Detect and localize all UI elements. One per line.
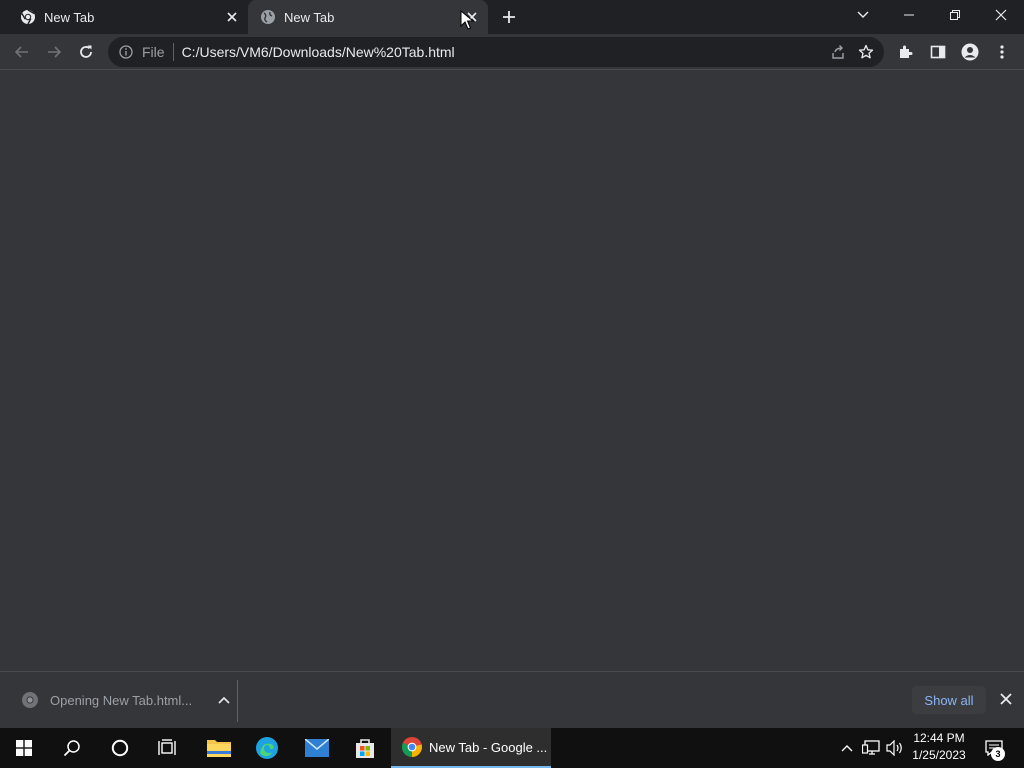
info-icon[interactable] (118, 44, 134, 60)
store-button[interactable] (342, 728, 388, 768)
reload-icon (80, 45, 92, 58)
start-button[interactable] (0, 728, 48, 768)
tab-new-tab-1[interactable]: New Tab (8, 0, 248, 34)
tab-close-icon[interactable] (222, 7, 242, 27)
puzzle-icon (900, 45, 913, 58)
scheme-label: File (142, 44, 165, 60)
mouse-cursor-icon (460, 10, 474, 30)
download-bar: Opening New Tab.html... Show all (0, 671, 1024, 728)
system-clock[interactable]: 12:44 PM 1/25/2023 (906, 730, 972, 766)
mail-button[interactable] (294, 728, 340, 768)
download-item[interactable]: Opening New Tab.html... (10, 682, 236, 718)
file-explorer-button[interactable] (196, 728, 242, 768)
edge-icon (256, 737, 278, 759)
globe-icon (260, 9, 276, 25)
arrow-left-icon (14, 46, 28, 58)
clock-date: 1/25/2023 (912, 748, 966, 762)
restore-icon (950, 10, 960, 20)
browser-window: New Tab New Tab File C:/Users/VM6/Downlo… (0, 0, 1024, 768)
back-button[interactable] (8, 38, 36, 66)
close-icon (995, 9, 1007, 21)
omnibox-divider (172, 43, 174, 61)
avatar-icon (961, 43, 979, 61)
cortana-button[interactable] (96, 728, 144, 768)
chevron-up-icon[interactable] (212, 688, 236, 712)
browser-toolbar: File C:/Users/VM6/Downloads/New%20Tab.ht… (0, 34, 1024, 70)
windows-taskbar: New Tab - Google ... 12:44 PM 1/25/2023 (0, 728, 1024, 768)
chevron-up-icon (841, 745, 853, 752)
restore-button[interactable] (932, 0, 978, 30)
side-panel-icon (930, 45, 946, 59)
clock-time: 12:44 PM (913, 731, 965, 745)
show-all-button[interactable]: Show all (912, 686, 986, 714)
tab-title: New Tab (284, 9, 335, 25)
menu-button[interactable] (988, 38, 1016, 66)
minimize-icon (904, 14, 914, 16)
windows-logo-icon (16, 740, 32, 756)
cortana-icon (111, 739, 129, 757)
plus-icon (503, 11, 515, 23)
reload-button[interactable] (72, 38, 100, 66)
tab-new-tab-2[interactable]: New Tab (248, 0, 488, 34)
task-view-icon (158, 739, 176, 755)
kebab-menu-icon (1000, 45, 1004, 59)
download-item-label: Opening New Tab.html... (50, 692, 193, 708)
close-window-button[interactable] (978, 0, 1024, 30)
network-button[interactable] (860, 728, 882, 768)
tab-search-button[interactable] (840, 0, 886, 30)
network-icon (862, 740, 880, 755)
folder-icon (207, 740, 231, 757)
search-button[interactable] (48, 728, 96, 768)
arrow-right-icon (48, 46, 62, 58)
volume-button[interactable] (884, 728, 906, 768)
tab-strip: New Tab New Tab (0, 0, 1024, 34)
taskbar-chrome-app[interactable]: New Tab - Google ... (391, 728, 551, 768)
search-icon (63, 740, 80, 757)
volume-icon (886, 740, 902, 756)
url-text[interactable]: C:/Users/VM6/Downloads/New%20Tab.html (182, 44, 824, 60)
minimize-button[interactable] (886, 0, 932, 30)
bookmark-star-icon[interactable] (852, 38, 880, 66)
share-icon[interactable] (824, 38, 852, 66)
side-panel-button[interactable] (924, 38, 952, 66)
mail-icon (305, 739, 329, 757)
chrome-logo-icon (401, 737, 422, 757)
new-tab-button[interactable] (497, 5, 521, 29)
download-divider (237, 680, 238, 722)
taskbar-app-label: New Tab - Google ... (429, 739, 548, 755)
profile-button[interactable] (956, 38, 984, 66)
tab-title: New Tab (44, 9, 95, 25)
address-bar[interactable]: File C:/Users/VM6/Downloads/New%20Tab.ht… (108, 37, 884, 67)
close-download-bar-button[interactable] (994, 687, 1018, 711)
edge-button[interactable] (244, 728, 290, 768)
chevron-down-icon (857, 11, 869, 18)
show-hidden-icons-button[interactable] (836, 728, 858, 768)
forward-button[interactable] (40, 38, 68, 66)
chrome-logo-icon (22, 692, 38, 708)
notification-count-badge: 3 (991, 747, 1005, 761)
page-content (0, 70, 1024, 671)
close-icon (1000, 693, 1012, 705)
chrome-logo-icon (20, 9, 36, 25)
task-view-button[interactable] (144, 728, 192, 768)
extensions-button[interactable] (892, 38, 920, 66)
store-icon (356, 739, 374, 758)
